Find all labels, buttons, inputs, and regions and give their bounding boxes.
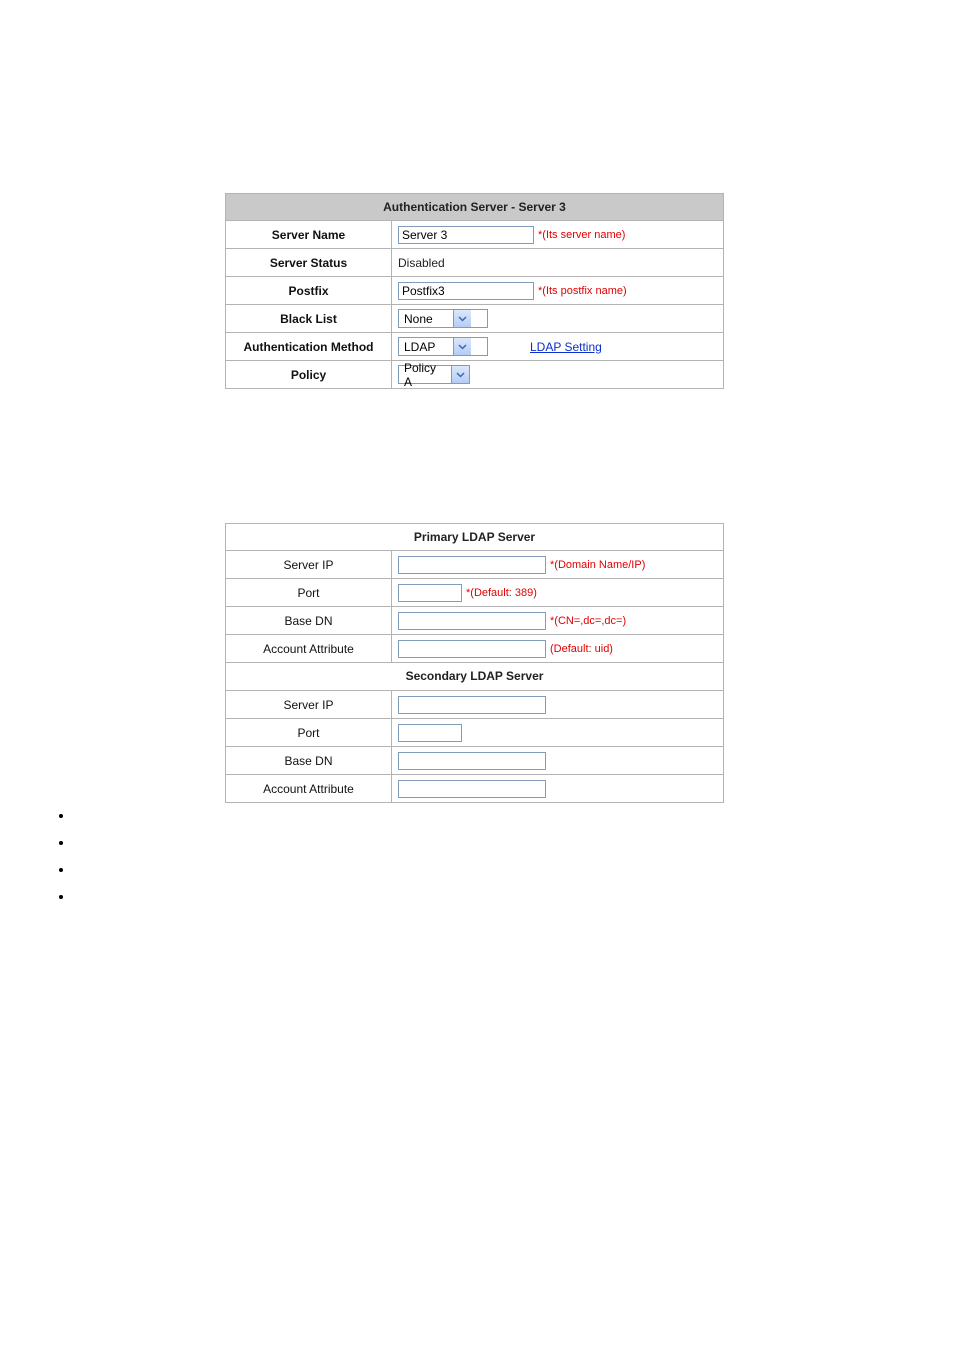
input-secondary-base-dn[interactable]: [398, 752, 546, 770]
input-secondary-server-ip[interactable]: [398, 696, 546, 714]
ldap-setting-link[interactable]: LDAP Setting: [530, 340, 602, 354]
row-secondary-base-dn: Base DN: [226, 746, 723, 774]
chevron-down-icon: [453, 310, 471, 327]
hint-server-name: *(Its server name): [538, 229, 625, 241]
secondary-ldap-title: Secondary LDAP Server: [226, 663, 723, 690]
input-primary-server-ip[interactable]: [398, 556, 546, 574]
select-black-list-value: None: [399, 310, 453, 327]
row-auth-method: Authentication Method LDAP LDAP Setting: [226, 332, 723, 360]
hint-primary-server-ip: *(Domain Name/IP): [550, 559, 645, 571]
label-secondary-base-dn: Base DN: [226, 747, 392, 774]
input-postfix[interactable]: [398, 282, 534, 300]
input-secondary-account-attr[interactable]: [398, 780, 546, 798]
row-secondary-port: Port: [226, 718, 723, 746]
label-server-name: Server Name: [226, 221, 392, 248]
row-policy: Policy Policy A: [226, 360, 723, 388]
input-primary-account-attr[interactable]: [398, 640, 546, 658]
select-auth-method[interactable]: LDAP: [398, 337, 488, 356]
label-black-list: Black List: [226, 305, 392, 332]
label-primary-base-dn: Base DN: [226, 607, 392, 634]
select-auth-method-value: LDAP: [399, 338, 453, 355]
label-postfix: Postfix: [226, 277, 392, 304]
hint-primary-base-dn: *(CN=,dc=,dc=): [550, 615, 626, 627]
row-primary-server-ip: Server IP *(Domain Name/IP): [226, 550, 723, 578]
row-secondary-server-ip: Server IP: [226, 690, 723, 718]
label-secondary-server-ip: Server IP: [226, 691, 392, 718]
label-policy: Policy: [226, 361, 392, 388]
select-black-list[interactable]: None: [398, 309, 488, 328]
row-secondary-account-attr: Account Attribute: [226, 774, 723, 802]
input-server-name[interactable]: [398, 226, 534, 244]
input-secondary-port[interactable]: [398, 724, 462, 742]
row-postfix: Postfix *(Its postfix name): [226, 276, 723, 304]
chevron-down-icon: [453, 338, 471, 355]
row-black-list: Black List None: [226, 304, 723, 332]
label-primary-server-ip: Server IP: [226, 551, 392, 578]
chevron-down-icon: [451, 366, 469, 383]
row-server-status: Server Status Disabled: [226, 248, 723, 276]
input-primary-port[interactable]: [398, 584, 462, 602]
hint-primary-port: *(Default: 389): [466, 587, 537, 599]
primary-ldap-title: Primary LDAP Server: [226, 524, 723, 550]
row-primary-base-dn: Base DN *(CN=,dc=,dc=): [226, 606, 723, 634]
row-server-name: Server Name *(Its server name): [226, 220, 723, 248]
label-auth-method: Authentication Method: [226, 333, 392, 360]
ldap-server-panel: Primary LDAP Server Server IP *(Domain N…: [225, 523, 724, 803]
input-primary-base-dn[interactable]: [398, 612, 546, 630]
auth-server-title: Authentication Server - Server 3: [226, 194, 723, 220]
bullet-list: [55, 795, 73, 916]
label-server-status: Server Status: [226, 249, 392, 276]
auth-server-panel: Authentication Server - Server 3 Server …: [225, 193, 724, 389]
row-primary-port: Port *(Default: 389): [226, 578, 723, 606]
label-primary-port: Port: [226, 579, 392, 606]
label-secondary-account-attr: Account Attribute: [226, 775, 392, 802]
label-secondary-port: Port: [226, 719, 392, 746]
value-server-status: Disabled: [398, 256, 445, 270]
row-primary-account-attr: Account Attribute (Default: uid): [226, 634, 723, 662]
hint-postfix: *(Its postfix name): [538, 285, 627, 297]
label-primary-account-attr: Account Attribute: [226, 635, 392, 662]
select-policy[interactable]: Policy A: [398, 365, 470, 384]
hint-primary-account-attr: (Default: uid): [550, 643, 613, 655]
select-policy-value: Policy A: [399, 366, 451, 383]
secondary-ldap-title-row: Secondary LDAP Server: [226, 662, 723, 690]
